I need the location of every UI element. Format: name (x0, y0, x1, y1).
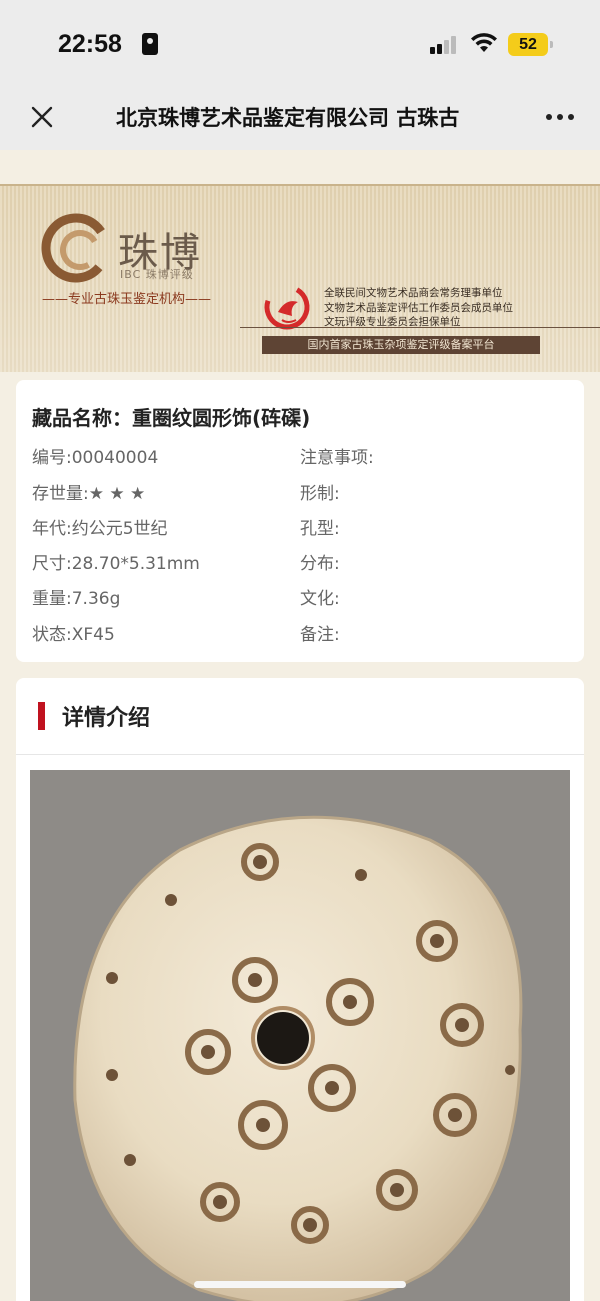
certification-line: 文物艺术品鉴定评估工作委员会成员单位 (324, 301, 513, 314)
field-weight: 重量:7.36g (32, 589, 121, 609)
status-time: 22:58 (58, 30, 122, 58)
field-remarks: 备注: (300, 625, 340, 645)
field-distribution: 分布: (300, 554, 340, 574)
certification-list: 全联民间文物艺术品商会常务理事单位 文物艺术品鉴定评估工作委员会成员单位 文玩评… (324, 286, 513, 330)
cellular-signal-icon (430, 36, 462, 54)
item-info-card: 藏品名称：重圈纹圆形饰(砗磲) 编号:00040004 存世量:★ ★ ★ 年代… (16, 380, 584, 662)
item-photo[interactable] (30, 770, 570, 1301)
detail-section: 详情介绍 (16, 678, 584, 1301)
brand-slogan: ——专业古珠玉鉴定机构—— (42, 292, 212, 307)
phoenix-seal-icon (264, 284, 310, 330)
field-serial-number: 编号:00040004 (32, 448, 159, 468)
field-hole-type: 孔型: (300, 519, 340, 539)
section-accent-bar (38, 702, 45, 730)
id-card-icon (142, 33, 158, 55)
brand-banner: 珠博 IBC 珠博评级 ——专业古珠玉鉴定机构—— 全联民间文物艺术品商会常务理… (0, 184, 600, 372)
field-era: 年代:约公元5世纪 (32, 519, 168, 539)
status-bar: 22:58 52 (0, 0, 600, 84)
battery-indicator: 52 (508, 33, 553, 56)
field-notes: 注意事项: (300, 448, 374, 468)
wifi-icon (471, 33, 497, 52)
detail-title: 详情介绍 (62, 706, 151, 731)
item-name: 藏品名称：重圈纹圆形饰(砗磲) (32, 406, 311, 430)
field-condition: 状态:XF45 (32, 625, 115, 645)
field-rarity: 存世量:★ ★ ★ (32, 484, 146, 504)
brand-logo-icon (41, 213, 111, 283)
divider (16, 754, 584, 755)
field-size: 尺寸:28.70*5.31mm (32, 554, 200, 574)
nav-bar: 北京珠博艺术品鉴定有限公司 古珠古 (0, 84, 600, 150)
platform-label: 国内首家古珠玉杂项鉴定评级备案平台 (262, 336, 540, 354)
page-title: 北京珠博艺术品鉴定有限公司 古珠古 (116, 106, 460, 130)
field-shape: 形制: (300, 484, 340, 504)
field-culture: 文化: (300, 589, 340, 609)
more-icon[interactable] (540, 106, 580, 126)
home-indicator[interactable] (194, 1281, 406, 1288)
banner-divider (240, 327, 600, 328)
shell-disc-image (30, 770, 570, 1301)
certification-line: 全联民间文物艺术品商会常务理事单位 (324, 287, 503, 299)
brand-subtitle: IBC 珠博评级 (120, 268, 194, 281)
close-icon[interactable] (26, 101, 58, 133)
